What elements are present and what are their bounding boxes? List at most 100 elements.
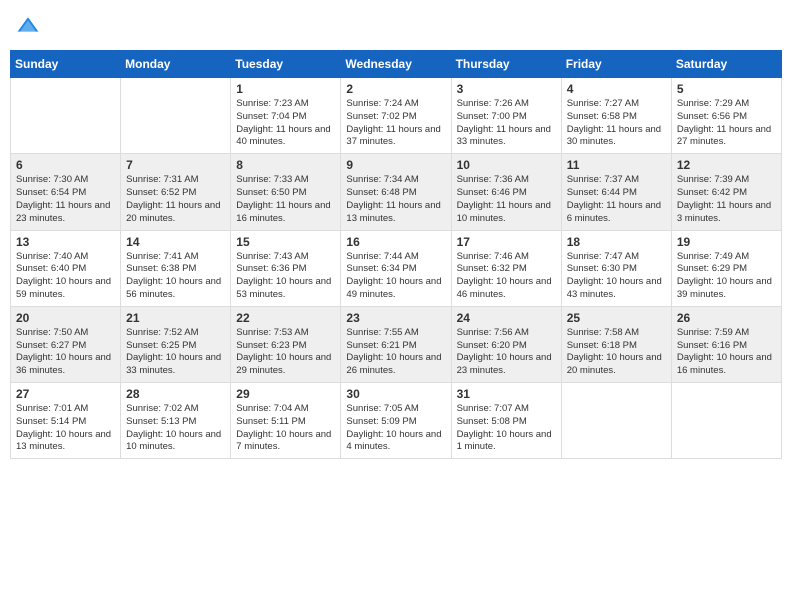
calendar-cell: 3 Sunrise: 7:26 AM Sunset: 7:00 PM Daylig… [451,78,561,154]
day-info: Sunrise: 7:07 AM Sunset: 5:08 PM Dayligh… [457,403,556,454]
calendar-week-row: 20 Sunrise: 7:50 AM Sunset: 6:27 PM Dayli… [11,306,782,382]
day-info: Sunrise: 7:53 AM Sunset: 6:23 PM Dayligh… [236,327,335,378]
day-info: Sunrise: 7:55 AM Sunset: 6:21 PM Dayligh… [346,327,445,378]
calendar-cell: 18Sunrise: 7:47 AM Sunset: 6:30 PM Dayli… [561,230,671,306]
day-info: Sunrise: 7:04 AM Sunset: 5:11 PM Dayligh… [236,403,335,454]
day-info: Sunrise: 7:50 AM Sunset: 6:27 PM Dayligh… [16,327,115,378]
day-number: 14 [126,235,225,249]
day-number: 19 [677,235,776,249]
day-info: Sunrise: 7:24 AM Sunset: 7:02 PM Dayligh… [346,98,445,149]
column-header-wednesday: Wednesday [341,51,451,78]
day-number: 15 [236,235,335,249]
calendar-cell: 16 Sunrise: 7:44 AM Sunset: 6:34 PM Dayli… [341,230,451,306]
day-number: 16 [346,235,445,249]
day-info: Sunrise: 7:37 AM Sunset: 6:44 PM Dayligh… [567,174,666,225]
calendar-cell: 8 Sunrise: 7:33 AM Sunset: 6:50 PM Daylig… [231,154,341,230]
calendar-cell: 14 Sunrise: 7:41 AM Sunset: 6:38 PM Dayli… [121,230,231,306]
calendar-cell: 27 Sunrise: 7:01 AM Sunset: 5:14 PM Dayli… [11,383,121,459]
calendar-cell: 19 Sunrise: 7:49 AM Sunset: 6:29 PM Dayli… [671,230,781,306]
day-number: 17 [457,235,556,249]
column-header-friday: Friday [561,51,671,78]
day-info: Sunrise: 7:58 AM Sunset: 6:18 PM Dayligh… [567,327,666,378]
day-number: 6 [16,158,115,172]
day-number: 12 [677,158,776,172]
day-number: 1 [236,82,335,96]
day-info: Sunrise: 7:27 AM Sunset: 6:58 PM Dayligh… [567,98,666,149]
day-number: 3 [457,82,556,96]
day-info: Sunrise: 7:26 AM Sunset: 7:00 PM Dayligh… [457,98,556,149]
calendar-cell: 28 Sunrise: 7:02 AM Sunset: 5:13 PM Dayli… [121,383,231,459]
calendar-cell: 11 Sunrise: 7:37 AM Sunset: 6:44 PM Dayli… [561,154,671,230]
calendar-cell: 26 Sunrise: 7:59 AM Sunset: 6:16 PM Dayli… [671,306,781,382]
day-info: Sunrise: 7:31 AM Sunset: 6:52 PM Dayligh… [126,174,225,225]
logo [16,14,44,38]
column-header-tuesday: Tuesday [231,51,341,78]
day-number: 24 [457,311,556,325]
column-header-sunday: Sunday [11,51,121,78]
day-info: Sunrise: 7:59 AM Sunset: 6:16 PM Dayligh… [677,327,776,378]
calendar-cell: 13 Sunrise: 7:40 AM Sunset: 6:40 PM Dayli… [11,230,121,306]
day-number: 23 [346,311,445,325]
day-info: Sunrise: 7:02 AM Sunset: 5:13 PM Dayligh… [126,403,225,454]
day-info: Sunrise: 7:01 AM Sunset: 5:14 PM Dayligh… [16,403,115,454]
column-header-saturday: Saturday [671,51,781,78]
calendar-cell [11,78,121,154]
column-header-monday: Monday [121,51,231,78]
day-number: 7 [126,158,225,172]
calendar-cell: 10Sunrise: 7:36 AM Sunset: 6:46 PM Dayli… [451,154,561,230]
calendar-week-row: 13 Sunrise: 7:40 AM Sunset: 6:40 PM Dayli… [11,230,782,306]
day-number: 4 [567,82,666,96]
calendar-cell: 2 Sunrise: 7:24 AM Sunset: 7:02 PM Daylig… [341,78,451,154]
day-info: Sunrise: 7:40 AM Sunset: 6:40 PM Dayligh… [16,251,115,302]
calendar-cell: 15 Sunrise: 7:43 AM Sunset: 6:36 PM Dayli… [231,230,341,306]
calendar-cell: 9 Sunrise: 7:34 AM Sunset: 6:48 PM Daylig… [341,154,451,230]
column-header-thursday: Thursday [451,51,561,78]
calendar-cell [671,383,781,459]
calendar-week-row: 27 Sunrise: 7:01 AM Sunset: 5:14 PM Dayli… [11,383,782,459]
calendar-week-row: 1 Sunrise: 7:23 AM Sunset: 7:04 PM Daylig… [11,78,782,154]
day-info: Sunrise: 7:34 AM Sunset: 6:48 PM Dayligh… [346,174,445,225]
day-info: Sunrise: 7:56 AM Sunset: 6:20 PM Dayligh… [457,327,556,378]
day-info: Sunrise: 7:46 AM Sunset: 6:32 PM Dayligh… [457,251,556,302]
day-number: 13 [16,235,115,249]
day-number: 29 [236,387,335,401]
page-header [10,10,782,42]
day-number: 25 [567,311,666,325]
day-number: 20 [16,311,115,325]
calendar-header-row: SundayMondayTuesdayWednesdayThursdayFrid… [11,51,782,78]
calendar-cell: 23 Sunrise: 7:55 AM Sunset: 6:21 PM Dayli… [341,306,451,382]
day-info: Sunrise: 7:05 AM Sunset: 5:09 PM Dayligh… [346,403,445,454]
calendar-cell: 7 Sunrise: 7:31 AM Sunset: 6:52 PM Daylig… [121,154,231,230]
calendar-cell: 31 Sunrise: 7:07 AM Sunset: 5:08 PM Dayli… [451,383,561,459]
calendar-cell: 24 Sunrise: 7:56 AM Sunset: 6:20 PM Dayli… [451,306,561,382]
day-number: 5 [677,82,776,96]
day-number: 22 [236,311,335,325]
day-info: Sunrise: 7:36 AM Sunset: 6:46 PM Dayligh… [457,174,556,225]
day-number: 9 [346,158,445,172]
day-number: 31 [457,387,556,401]
day-number: 8 [236,158,335,172]
day-number: 27 [16,387,115,401]
day-info: Sunrise: 7:23 AM Sunset: 7:04 PM Dayligh… [236,98,335,149]
day-number: 11 [567,158,666,172]
calendar-cell: 20 Sunrise: 7:50 AM Sunset: 6:27 PM Dayli… [11,306,121,382]
day-info: Sunrise: 7:39 AM Sunset: 6:42 PM Dayligh… [677,174,776,225]
calendar-cell [121,78,231,154]
logo-icon [16,14,40,38]
calendar-cell: 22 Sunrise: 7:53 AM Sunset: 6:23 PM Dayli… [231,306,341,382]
calendar-table: SundayMondayTuesdayWednesdayThursdayFrid… [10,50,782,459]
day-number: 26 [677,311,776,325]
day-info: Sunrise: 7:49 AM Sunset: 6:29 PM Dayligh… [677,251,776,302]
day-info: Sunrise: 7:43 AM Sunset: 6:36 PM Dayligh… [236,251,335,302]
day-number: 2 [346,82,445,96]
day-number: 28 [126,387,225,401]
calendar-cell: 17 Sunrise: 7:46 AM Sunset: 6:32 PM Dayli… [451,230,561,306]
calendar-cell: 30Sunrise: 7:05 AM Sunset: 5:09 PM Dayli… [341,383,451,459]
day-info: Sunrise: 7:44 AM Sunset: 6:34 PM Dayligh… [346,251,445,302]
day-info: Sunrise: 7:33 AM Sunset: 6:50 PM Dayligh… [236,174,335,225]
day-number: 18 [567,235,666,249]
day-info: Sunrise: 7:41 AM Sunset: 6:38 PM Dayligh… [126,251,225,302]
calendar-cell: 4 Sunrise: 7:27 AM Sunset: 6:58 PM Daylig… [561,78,671,154]
calendar-cell: 6Sunrise: 7:30 AM Sunset: 6:54 PM Daylig… [11,154,121,230]
calendar-cell: 29 Sunrise: 7:04 AM Sunset: 5:11 PM Dayli… [231,383,341,459]
